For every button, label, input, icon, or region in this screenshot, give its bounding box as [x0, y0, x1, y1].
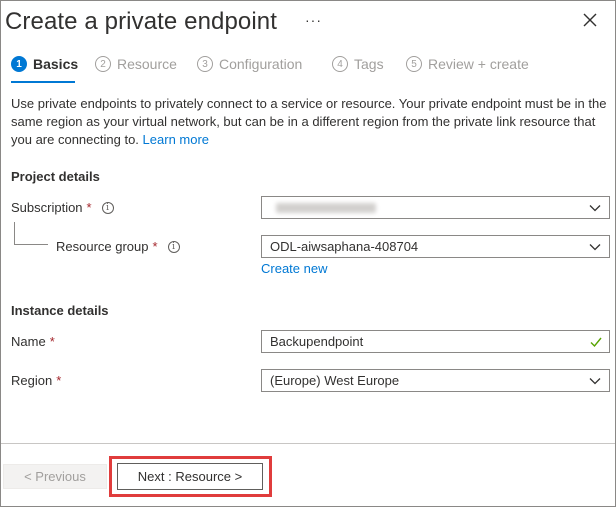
- page-title: Create a private endpoint: [5, 8, 278, 35]
- highlight-box: [109, 456, 272, 497]
- info-icon[interactable]: i: [167, 240, 180, 253]
- name-value: Backupendpoint: [270, 334, 364, 349]
- learn-more-link[interactable]: Learn more: [143, 132, 209, 147]
- required-asterisk: *: [56, 373, 62, 388]
- chevron-down-icon: [589, 244, 601, 251]
- chevron-down-icon: [589, 205, 601, 212]
- tree-connector: [14, 244, 48, 245]
- tab-label: Basics: [33, 56, 79, 72]
- checkmark-icon: [590, 337, 602, 348]
- tab-configuration[interactable]: 3 Configuration: [197, 56, 302, 72]
- step-number: 3: [197, 56, 213, 72]
- resource-group-value: ODL-aiwsaphana-408704: [270, 239, 419, 254]
- step-number: 5: [406, 56, 422, 72]
- tab-label: Configuration: [219, 56, 303, 72]
- intro-text: Use private endpoints to privately conne…: [11, 96, 607, 147]
- project-details-heading: Project details: [11, 169, 100, 184]
- required-asterisk: *: [152, 239, 158, 254]
- required-asterisk: *: [49, 334, 55, 349]
- required-asterisk: *: [86, 200, 92, 215]
- subscription-select[interactable]: [261, 196, 610, 219]
- subscription-label: Subscription * i: [11, 200, 114, 215]
- name-label: Name *: [11, 334, 55, 349]
- chevron-down-icon: [589, 378, 601, 385]
- name-input[interactable]: Backupendpoint: [261, 330, 610, 353]
- active-tab-indicator: [11, 81, 75, 83]
- instance-details-heading: Instance details: [11, 303, 109, 318]
- tab-label: Review + create: [428, 56, 529, 72]
- create-new-link[interactable]: Create new: [261, 261, 327, 276]
- footer-divider: [1, 443, 615, 444]
- tab-basics[interactable]: 1 Basics: [11, 56, 78, 72]
- close-icon[interactable]: [580, 10, 600, 30]
- info-icon[interactable]: i: [101, 201, 114, 214]
- region-value: (Europe) West Europe: [270, 373, 400, 388]
- tree-connector: [14, 222, 15, 244]
- step-number: 1: [11, 56, 27, 72]
- region-label: Region *: [11, 373, 62, 388]
- region-select[interactable]: (Europe) West Europe: [261, 369, 610, 392]
- intro-description: Use private endpoints to privately conne…: [11, 95, 609, 149]
- tab-label: Resource: [117, 56, 177, 72]
- tab-tags[interactable]: 4 Tags: [332, 56, 384, 72]
- resource-group-label: Resource group * i: [56, 239, 180, 254]
- more-options-icon[interactable]: ···: [305, 12, 322, 28]
- redacted-value: [276, 202, 376, 213]
- resource-group-select[interactable]: ODL-aiwsaphana-408704: [261, 235, 610, 258]
- tab-resource[interactable]: 2 Resource: [95, 56, 177, 72]
- previous-button[interactable]: < Previous: [3, 464, 107, 489]
- tab-review-create[interactable]: 5 Review + create: [406, 56, 529, 72]
- step-number: 2: [95, 56, 111, 72]
- tab-label: Tags: [354, 56, 384, 72]
- step-number: 4: [332, 56, 348, 72]
